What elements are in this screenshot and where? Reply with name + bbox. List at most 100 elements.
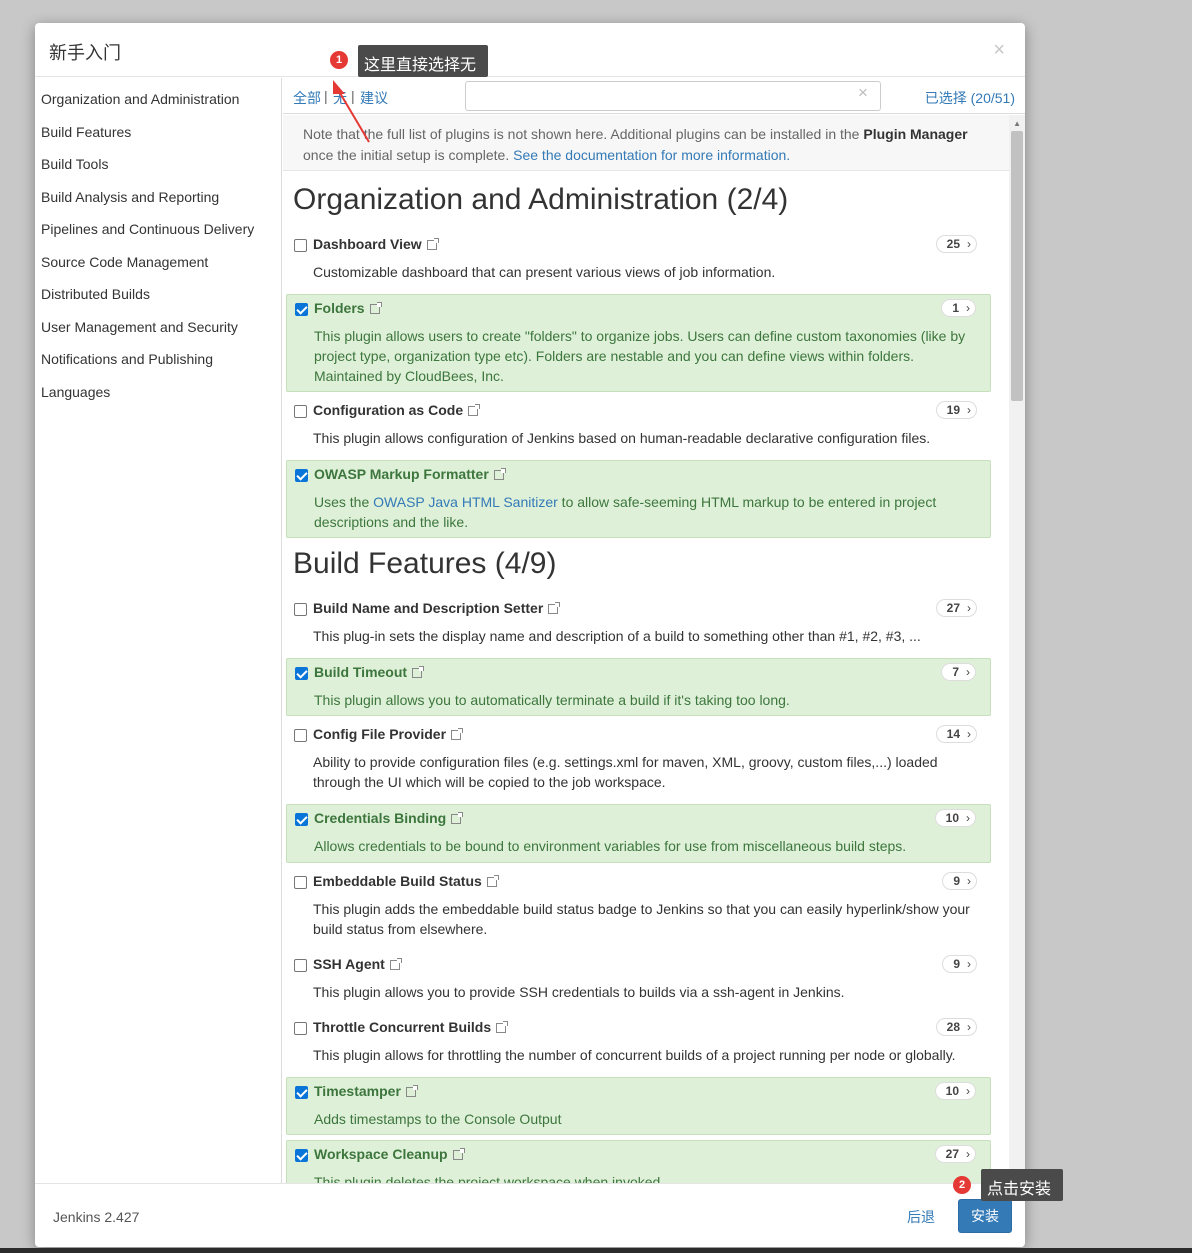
select-all-link[interactable]: 全部 — [293, 88, 321, 108]
external-link-icon[interactable] — [389, 958, 402, 970]
back-button[interactable]: 后退 — [907, 1207, 935, 1227]
plugin-description: Adds timestamps to the Console Output — [314, 1111, 562, 1127]
chevron-right-icon: › — [966, 1084, 970, 1098]
plugin-checkbox[interactable] — [294, 603, 307, 616]
plugin-checkbox[interactable] — [294, 876, 307, 889]
sidebar-item-build-analysis-and-reporting[interactable]: Build Analysis and Reporting — [41, 189, 219, 205]
plugin-description: Ability to provide configuration files (… — [313, 754, 938, 790]
sidebar-item-user-management-and-security[interactable]: User Management and Security — [41, 319, 238, 335]
external-link-icon[interactable] — [451, 728, 464, 740]
external-link-icon[interactable] — [405, 1085, 418, 1097]
plugin-description: This plugin allows users to create "fold… — [314, 328, 966, 384]
plugin-name[interactable]: Embeddable Build Status — [313, 873, 499, 889]
sidebar-item-languages[interactable]: Languages — [41, 384, 110, 400]
plugin-checkbox[interactable] — [295, 303, 308, 316]
dependency-count-badge[interactable]: 28 › — [935, 1018, 977, 1036]
plugin-checkbox[interactable] — [295, 667, 308, 680]
external-link-icon[interactable] — [452, 1148, 465, 1160]
category-heading-build-features: Build Features (4/9) — [293, 547, 557, 580]
external-link-icon[interactable] — [493, 468, 506, 480]
close-icon[interactable]: × — [993, 39, 1005, 62]
plugin-row-workspace-cleanup[interactable]: Workspace Cleanup 27 › This plugin delete… — [286, 1140, 991, 1183]
selected-count-link[interactable]: 已选择 (20/51) — [925, 88, 1015, 108]
chevron-right-icon: › — [966, 1147, 970, 1161]
plugin-name[interactable]: Timestamper — [314, 1083, 418, 1099]
plugin-row-build-timeout[interactable]: Build Timeout 7 › This plugin allows you … — [286, 658, 991, 716]
plugin-checkbox[interactable] — [294, 959, 307, 972]
plugin-checkbox[interactable] — [294, 1022, 307, 1035]
plugin-name[interactable]: Dashboard View — [313, 236, 439, 252]
external-link-icon[interactable] — [426, 238, 439, 250]
plugin-row-configuration-as-code[interactable]: Configuration as Code 19 › This plugin al… — [286, 397, 991, 453]
plugin-row-throttle-concurrent-builds[interactable]: Throttle Concurrent Builds 28 › This plug… — [286, 1014, 991, 1070]
plugin-name[interactable]: Build Name and Description Setter — [313, 600, 561, 616]
plugin-checkbox[interactable] — [294, 729, 307, 742]
plugin-description: This plugin allows configuration of Jenk… — [313, 430, 931, 446]
external-link-icon[interactable] — [412, 666, 425, 678]
sidebar-item-source-code-management[interactable]: Source Code Management — [41, 254, 208, 270]
plugin-name[interactable]: OWASP Markup Formatter — [314, 466, 506, 482]
scrollbar-thumb[interactable] — [1011, 131, 1023, 401]
dependency-count-badge[interactable]: 19 › — [935, 401, 977, 419]
plugin-row-timestamper[interactable]: Timestamper 10 › Adds timestamps to the C… — [286, 1077, 991, 1135]
dependency-count-badge[interactable]: 14 › — [935, 725, 977, 743]
dependency-count-badge[interactable]: 27 › — [934, 1145, 976, 1163]
plugin-row-embeddable-build-status[interactable]: Embeddable Build Status 9 › This plugin a… — [286, 868, 991, 946]
plugin-row-folders[interactable]: Folders 1 › This plugin allows users to c… — [286, 294, 991, 392]
plugin-name[interactable]: SSH Agent — [313, 956, 402, 972]
plugin-row-config-file-provider[interactable]: Config File Provider 14 › Ability to prov… — [286, 721, 991, 799]
scroll-up-arrow-icon[interactable]: ▲ — [1013, 119, 1021, 128]
sidebar-item-build-tools[interactable]: Build Tools — [41, 156, 108, 172]
dialog-header: 新手入门 × — [35, 23, 1025, 77]
plugin-name[interactable]: Config File Provider — [313, 726, 464, 742]
plugin-name[interactable]: Folders — [314, 300, 382, 316]
plugin-row-owasp-markup-formatter[interactable]: OWASP Markup Formatter Uses the OWASP Ja… — [286, 460, 991, 538]
plugin-name[interactable]: Workspace Cleanup — [314, 1146, 465, 1162]
dependency-count-badge[interactable]: 25 › — [935, 235, 977, 253]
annotation-callout-2: 点击安装 — [981, 1169, 1063, 1201]
plugin-description: Allows credentials to be bound to enviro… — [314, 838, 907, 854]
plugin-row-build-name-setter[interactable]: Build Name and Description Setter 27 › Th… — [286, 595, 991, 651]
external-link-icon[interactable] — [468, 404, 481, 416]
external-link-icon[interactable] — [496, 1021, 509, 1033]
plugin-description: This plugin deletes the project workspac… — [314, 1174, 665, 1183]
dependency-count-badge[interactable]: 27 › — [935, 599, 977, 617]
plugin-list[interactable]: Note that the full list of plugins is no… — [283, 115, 1025, 1183]
dependency-count-badge[interactable]: 10 › — [934, 1082, 976, 1100]
plugin-name[interactable]: Build Timeout — [314, 664, 425, 680]
dependency-count-badge[interactable]: 9 › — [942, 872, 977, 890]
sidebar-item-pipelines-and-continuous-delivery[interactable]: Pipelines and Continuous Delivery — [41, 221, 254, 237]
plugin-row-dashboard-view[interactable]: Dashboard View 25 › Customizable dashboar… — [286, 231, 991, 287]
documentation-link[interactable]: See the documentation for more informati… — [513, 147, 790, 163]
chevron-right-icon: › — [967, 874, 971, 888]
getting-started-dialog: 新手入门 × Organization and Administration B… — [35, 23, 1025, 1247]
jenkins-version: Jenkins 2.427 — [53, 1209, 140, 1225]
plugin-checkbox[interactable] — [295, 1086, 308, 1099]
sidebar-item-distributed-builds[interactable]: Distributed Builds — [41, 286, 150, 302]
plugin-row-credentials-binding[interactable]: Credentials Binding 10 › Allows credentia… — [286, 804, 991, 863]
sidebar-item-build-features[interactable]: Build Features — [41, 124, 131, 140]
plugin-name[interactable]: Credentials Binding — [314, 810, 464, 826]
install-button[interactable]: 安装 — [958, 1199, 1012, 1233]
plugin-checkbox[interactable] — [295, 469, 308, 482]
external-link-icon[interactable] — [486, 875, 499, 887]
plugin-name[interactable]: Configuration as Code — [313, 402, 481, 418]
dependency-count-badge[interactable]: 9 › — [942, 955, 977, 973]
owasp-sanitizer-link[interactable]: OWASP Java HTML Sanitizer — [373, 494, 558, 510]
sidebar-item-organization-and-administration[interactable]: Organization and Administration — [41, 91, 239, 107]
plugin-checkbox[interactable] — [294, 405, 307, 418]
external-link-icon[interactable] — [451, 812, 464, 824]
plugin-name[interactable]: Throttle Concurrent Builds — [313, 1019, 509, 1035]
dependency-count-badge[interactable]: 7 › — [941, 663, 976, 681]
dialog-footer: Jenkins 2.427 后退 安装 — [35, 1183, 1025, 1247]
plugin-checkbox[interactable] — [295, 813, 308, 826]
external-link-icon[interactable] — [369, 302, 382, 314]
dependency-count-badge[interactable]: 1 › — [941, 299, 976, 317]
plugin-checkbox[interactable] — [295, 1149, 308, 1162]
dependency-count-badge[interactable]: 10 › — [934, 809, 976, 827]
plugin-row-ssh-agent[interactable]: SSH Agent 9 › This plugin allows you to p… — [286, 951, 991, 1007]
plugin-checkbox[interactable] — [294, 239, 307, 252]
sidebar-item-notifications-and-publishing[interactable]: Notifications and Publishing — [41, 351, 213, 367]
external-link-icon[interactable] — [548, 602, 561, 614]
plugin-search-input[interactable] — [465, 81, 881, 111]
